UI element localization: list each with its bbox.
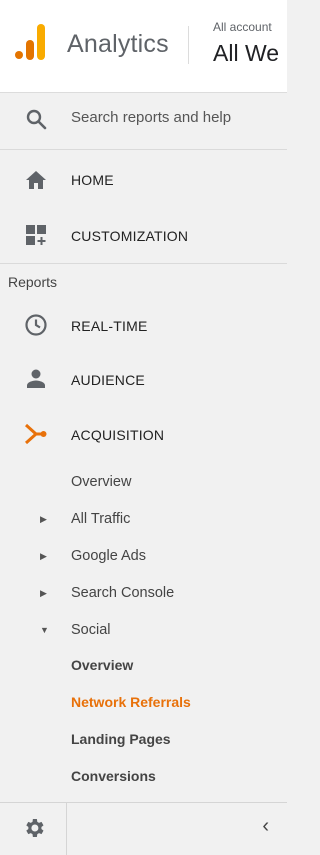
clock-icon (25, 314, 47, 336)
nav-realtime[interactable]: REAL-TIME (0, 298, 287, 352)
nav-audience[interactable]: AUDIENCE (0, 352, 287, 406)
acquisition-icon (24, 423, 47, 445)
expand-arrow-icon[interactable]: ▶ (40, 514, 47, 525)
expand-arrow-icon[interactable]: ▶ (40, 588, 47, 599)
reports-heading: Reports (8, 274, 58, 290)
analytics-logo-icon[interactable] (15, 24, 45, 60)
collapse-sidebar-button[interactable]: ‹ (262, 815, 269, 838)
nav-customization-label: CUSTOMIZATION (71, 228, 189, 244)
gear-icon (26, 819, 44, 837)
divider (0, 149, 287, 150)
conversions-link[interactable]: Conversions (71, 768, 156, 784)
nav-audience-label: AUDIENCE (71, 372, 145, 388)
nav-realtime-label: REAL-TIME (71, 318, 148, 334)
nav-acquisition-label: ACQUISITION (71, 427, 165, 443)
search-input[interactable]: Search reports and help (71, 109, 231, 126)
landing-pages-link[interactable]: Landing Pages (71, 731, 171, 747)
sidebar-footer: ‹ (0, 802, 287, 855)
nav-customization[interactable]: CUSTOMIZATION (0, 208, 287, 263)
nav-home[interactable]: HOME (0, 152, 287, 208)
app-name: Analytics (67, 30, 169, 58)
nav-home-label: HOME (71, 172, 114, 188)
search-icon (26, 109, 47, 130)
search-row[interactable]: Search reports and help (0, 93, 287, 149)
nav-acquisition[interactable]: ACQUISITION (0, 406, 287, 462)
account-selector[interactable]: All We (213, 40, 279, 67)
acquisition-overview-link[interactable]: Overview (71, 474, 131, 490)
customization-icon (26, 225, 46, 245)
app-header: Analytics All account All We (0, 0, 287, 93)
google-ads-link[interactable]: Google Ads (71, 548, 146, 564)
social-overview-link[interactable]: Overview (71, 657, 133, 673)
divider (0, 263, 287, 264)
social-link[interactable]: Social (71, 622, 111, 638)
expand-arrow-icon[interactable]: ▶ (40, 551, 47, 562)
network-referrals-link[interactable]: Network Referrals (71, 694, 191, 710)
header-divider (188, 26, 189, 64)
collapse-arrow-icon[interactable]: ▼ (40, 625, 49, 635)
person-icon (27, 369, 45, 388)
home-icon (26, 171, 46, 189)
search-console-link[interactable]: Search Console (71, 585, 174, 601)
settings-button[interactable] (0, 803, 67, 855)
all-traffic-link[interactable]: All Traffic (71, 511, 130, 527)
account-label[interactable]: All account (213, 20, 272, 34)
